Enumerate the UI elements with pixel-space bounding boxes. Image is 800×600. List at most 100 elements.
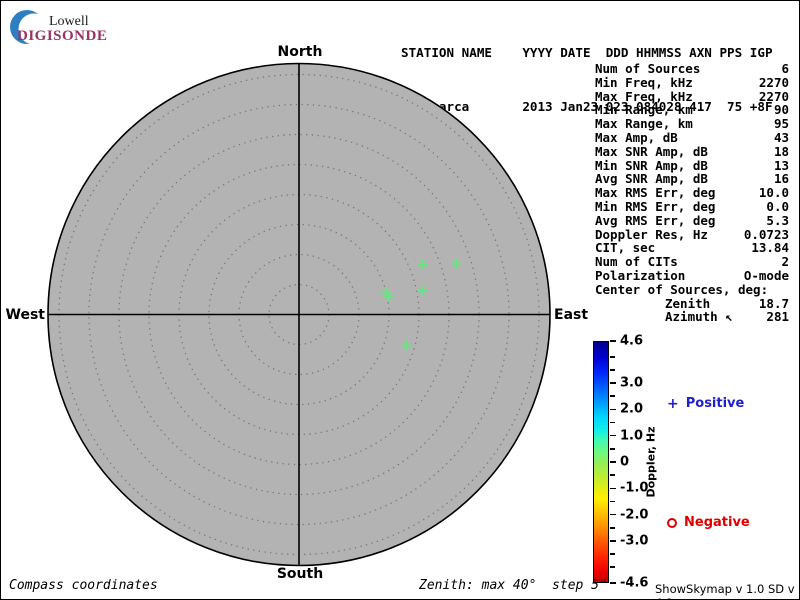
colorbar-major-tick — [610, 461, 616, 463]
colorbar-title: Doppler, Hz — [644, 426, 658, 498]
stat-value: 281 — [766, 309, 789, 325]
compass-west-label: West — [5, 307, 45, 323]
colorbar-minor-tick — [610, 474, 615, 476]
colorbar-major-tick — [610, 408, 616, 411]
stat-label: Max Amp, dB — [595, 129, 678, 145]
colorbar-tick-label: -2.0 — [620, 507, 649, 523]
stat-row: Min RMS Err, deg 0.0 — [595, 200, 789, 214]
stat-label: Zenith — [665, 295, 711, 311]
colorbar-minor-tick — [610, 553, 615, 555]
stat-row: Center of Sources, deg: — [595, 281, 789, 297]
stat-row: Max RMS Err, deg 10.0 — [595, 186, 789, 200]
colorbar-tick-label: 3.0 — [620, 375, 644, 391]
stat-label: Avg RMS Err, deg — [595, 212, 716, 228]
colorbar-tick-label: 2.0 — [620, 401, 644, 417]
colorbar-major-tick — [610, 540, 616, 542]
stat-value: 10.0 — [758, 185, 789, 201]
stat-value: 6 — [781, 61, 789, 76]
stat-row: Num of CITs 2 — [595, 255, 789, 269]
colorbar-minor-tick — [610, 527, 615, 529]
skymap-plot — [47, 62, 551, 567]
stat-label: Max Freq, kHz — [595, 88, 693, 104]
stat-row: Min Freq, kHz 2270 — [595, 74, 789, 90]
colorbar-major-tick — [610, 582, 616, 584]
stat-label: Polarization — [595, 267, 686, 283]
stats-panel: Num of Sources 6 Min Freq, kHz 2270 Max Freq… — [595, 62, 789, 324]
colorbar-tick-label: -3.0 — [620, 533, 649, 549]
stat-value: 13.84 — [751, 240, 789, 256]
stat-label: Max SNR Amp, dB — [595, 143, 708, 159]
colorbar-major-tick — [610, 513, 616, 516]
stat-label: Doppler Res, Hz — [595, 226, 708, 242]
colorbar-major-tick — [610, 487, 616, 490]
stat-label: CIT, sec — [595, 240, 656, 256]
legend-positive-label: Positive — [685, 396, 745, 411]
colorbar-major-tick — [610, 382, 616, 384]
stat-row: Max SNR Amp, dB 18 — [595, 143, 789, 159]
colorbar-tick-label: 0 — [620, 454, 630, 470]
colorbar-minor-tick — [610, 448, 615, 450]
skymap-window: Lowell DIGISONDE STATION NAME YYYY DATE … — [0, 0, 800, 600]
stat-row: Num of Sources 6 — [595, 62, 789, 76]
stat-label: Num of CITs — [595, 254, 678, 270]
stat-row: Avg RMS Err, deg 5.3 — [595, 212, 789, 228]
colorbar-tick-label: 4.6 — [620, 333, 644, 349]
colorbar-major-tick — [610, 434, 616, 437]
colorbar-minor-tick — [610, 356, 615, 358]
stat-row: Min SNR Amp, dB 13 — [595, 157, 789, 173]
stat-value: O-mode — [743, 267, 789, 283]
stat-value: 5.3 — [766, 212, 789, 228]
stat-label: Max RMS Err, deg — [595, 185, 716, 201]
version-label: ShowSkymap v 1.0 SD v 4.2 — [655, 582, 795, 599]
stat-value: 16 — [773, 171, 789, 187]
colorbar-tick-label: -4.6 — [620, 575, 649, 591]
stat-value: 18.7 — [758, 295, 789, 311]
stat-value: 2 — [781, 254, 789, 270]
stat-row: Doppler Res, Hz 0.0723 — [595, 226, 789, 242]
colorbar-minor-tick — [610, 566, 615, 568]
legend-negative: Negative — [667, 515, 750, 530]
stat-row: CIT, sec 13.84 — [595, 241, 789, 255]
stat-label: Min Range, km — [595, 102, 693, 118]
stat-value: 90 — [773, 102, 789, 118]
legend-negative-label: Negative — [684, 515, 750, 530]
stat-row: Zenith 18.7 — [595, 295, 789, 311]
stat-row: Azimuth ↖ 281 — [595, 310, 789, 324]
stat-value: 0.0 — [766, 198, 789, 214]
colorbar-tick-label: 1.0 — [620, 428, 644, 444]
stat-label: Num of Sources — [595, 61, 701, 76]
stat-row: Max Range, km 95 — [595, 117, 789, 131]
stat-value: 95 — [773, 116, 789, 132]
stat-label: Azimuth ↖ — [665, 309, 733, 325]
stat-label: Max Range, km — [595, 116, 693, 132]
colorbar-major-tick — [610, 340, 616, 342]
stat-row: Min Range, km 90 — [595, 103, 789, 117]
logo-digisonde-text: DIGISONDE — [17, 28, 108, 44]
positive-plus-icon: + — [667, 395, 679, 412]
colorbar-minor-tick — [610, 421, 615, 424]
stat-value: 13 — [773, 157, 789, 173]
compass-east-label: East — [554, 307, 589, 323]
stat-value: 43 — [773, 129, 789, 145]
stat-value: 0.0723 — [743, 226, 789, 242]
stat-row: Max Amp, dB 43 — [595, 131, 789, 145]
colorbar-gradient — [593, 341, 609, 583]
lowell-digisonde-logo: Lowell DIGISONDE — [1, 1, 131, 53]
stat-label: Avg SNR Amp, dB — [595, 171, 708, 187]
stat-value: 2270 — [758, 74, 789, 90]
coordinates-mode-label: Compass coordinates — [9, 578, 158, 593]
negative-circle-icon — [667, 517, 677, 528]
stat-row: Avg SNR Amp, dB 16 — [595, 172, 789, 186]
doppler-colorbar: 4.6 3.0 2.0 1.0 0 -1.0 -2.0 -3.0 -4.6 — [593, 334, 673, 591]
colorbar-minor-tick — [610, 395, 615, 397]
colorbar-minor-tick — [610, 500, 615, 503]
stat-label: Min RMS Err, deg — [595, 198, 716, 214]
colorbar-minor-tick — [610, 369, 615, 371]
stat-label: Center of Sources, deg: — [595, 281, 769, 297]
stat-label: Min SNR Amp, dB — [595, 157, 708, 173]
stat-value: 18 — [773, 143, 789, 159]
stat-value: 2270 — [758, 88, 789, 104]
legend-positive: + Positive — [667, 396, 744, 411]
stat-row: Polarization O-mode — [595, 269, 789, 283]
stat-label: Min Freq, kHz — [595, 74, 693, 90]
